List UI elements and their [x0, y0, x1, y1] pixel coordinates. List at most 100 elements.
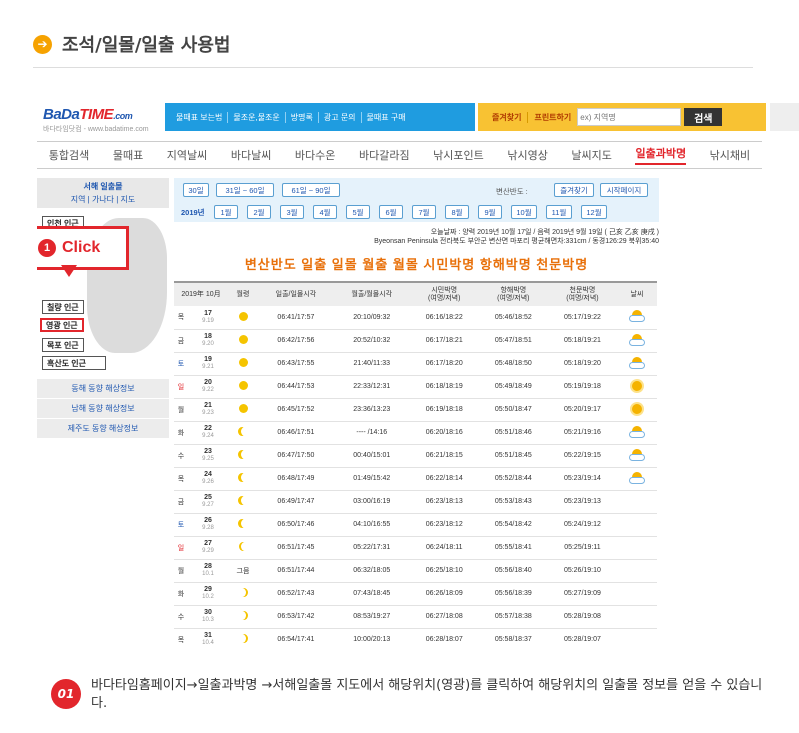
weather-cell — [617, 513, 657, 537]
blue-nav-item[interactable]: 광고 문의 — [319, 111, 362, 123]
solar-day: 24 — [204, 471, 212, 478]
moon-phase-icon — [238, 404, 248, 413]
menu-item[interactable]: 물때표 — [113, 147, 143, 163]
partly-cloudy-icon — [628, 448, 646, 462]
blue-nav-item[interactable]: 물조운,물조운 — [228, 111, 286, 123]
menu-item[interactable]: 낚시영상 — [507, 147, 547, 163]
moon-phase-icon — [241, 473, 249, 482]
moon-phase-icon — [238, 335, 248, 344]
menu-item-active[interactable]: 일출과박명 — [635, 145, 687, 165]
print-link[interactable]: 프린트하기 — [528, 112, 577, 123]
region-link[interactable]: 제주도 동향 해상정보 — [37, 418, 169, 438]
table-row: 토 19 9.21 06:43/17:55 21:40/11:33 06:17/18:20… — [174, 352, 657, 376]
sun-time-cell: 06:53/17:42 — [258, 605, 334, 629]
astronomical-twilight-cell: 05:23/19:13 — [547, 490, 617, 514]
lunar-day: 9.29 — [202, 548, 214, 554]
date-cell: 20 9.22 — [188, 375, 228, 399]
map-location-button[interactable]: 칠량 인근 — [42, 300, 84, 314]
region-link[interactable]: 동해 동향 해상정보 — [37, 378, 169, 398]
sun-time-cell: 06:48/17:49 — [258, 467, 334, 491]
weekday-cell: 월 — [174, 398, 188, 422]
weather-cell — [617, 421, 657, 445]
month-button[interactable]: 12월 — [581, 205, 607, 219]
weather-cell — [617, 628, 657, 648]
month-button[interactable]: 6월 — [379, 205, 403, 219]
menu-item[interactable]: 낚시포인트 — [433, 147, 484, 163]
table-row: 수 30 10.3 06:53/17:42 08:53/19:27 06:27/18:08… — [174, 605, 657, 629]
site-logo[interactable]: BaDaTIME.com 바다타임닷컴 - www.badatime.com — [43, 106, 163, 136]
side-banner — [770, 103, 799, 131]
weekday-cell: 수 — [174, 444, 188, 468]
table-row: 토 26 9.28 06:50/17:46 04:10/16:55 06:23/18:12… — [174, 513, 657, 537]
solar-day: 27 — [204, 540, 212, 547]
weekday-cell: 화 — [174, 421, 188, 445]
menu-item[interactable]: 지역날씨 — [167, 147, 207, 163]
info-line: 오늘날짜 : 양력 2019년 10월 17일 / 음력 2019년 9월 19… — [430, 229, 659, 236]
moon-phase-icon — [241, 542, 249, 551]
bookmark-link[interactable]: 즐겨찾기 — [486, 111, 529, 123]
menu-item[interactable]: 바다날씨 — [231, 147, 271, 163]
instruction-text: 바다타임홈페이지→일출과박명 →서해일출몰 지도에서 해당위치(영광)를 클릭하… — [91, 678, 763, 711]
blue-nav-item[interactable]: 물때표 보는법 — [171, 111, 229, 123]
moon-time-cell: 03:00/16:19 — [333, 490, 410, 514]
range-button[interactable]: 30일 — [183, 183, 209, 197]
month-button[interactable]: 11월 — [546, 205, 572, 219]
range-button[interactable]: 31일 ~ 60일 — [216, 183, 274, 197]
lunar-day: 10.3 — [202, 617, 214, 623]
weekday-cell: 목 — [174, 628, 188, 648]
solar-day: 19 — [204, 356, 212, 363]
civil-twilight-cell: 06:20/18:16 — [409, 421, 479, 445]
menu-item[interactable]: 바다갈라짐 — [359, 147, 410, 163]
menu-item[interactable]: 통합검색 — [49, 147, 89, 163]
weather-cell — [617, 582, 657, 606]
month-button[interactable]: 2월 — [247, 205, 271, 219]
moon-cell — [228, 398, 258, 422]
month-button[interactable]: 5월 — [346, 205, 370, 219]
month-button[interactable]: 8월 — [445, 205, 469, 219]
blue-nav-item[interactable]: 물때표 구매 — [362, 112, 411, 123]
moon-cell — [228, 352, 258, 376]
search-button[interactable]: 검색 — [684, 108, 723, 126]
main-content: 30일 31일 ~ 60일 61일 ~ 90일 변산반도 : 즐겨찾기 시작페이… — [174, 178, 659, 648]
menu-item[interactable]: 날씨지도 — [571, 147, 611, 163]
partly-cloudy-icon — [628, 425, 646, 439]
lunar-day: 9.24 — [202, 433, 214, 439]
menu-item[interactable]: 낚시채비 — [710, 147, 750, 163]
sun-time-cell: 06:52/17:43 — [258, 582, 334, 606]
table-header: 일출/일몰시각 — [258, 281, 334, 306]
weather-cell — [617, 329, 657, 353]
month-button[interactable]: 10월 — [511, 205, 537, 219]
weather-cell — [617, 398, 657, 422]
location-info: 오늘날짜 : 양력 2019년 10월 17일 / 음력 2019년 9월 19… — [174, 228, 659, 246]
moon-phase-icon — [238, 588, 246, 597]
sun-time-cell: 06:41/17:57 — [258, 306, 334, 330]
nautical-twilight-cell: 05:56/18:40 — [478, 559, 548, 583]
civil-twilight-cell: 06:23/18:12 — [409, 513, 479, 537]
map-location-button[interactable]: 흑산도 인근 — [42, 356, 106, 370]
instruction-note: 01 바다타임홈페이지→일출과박명 →서해일출몰 지도에서 해당위치(영광)를 … — [51, 677, 771, 713]
month-button[interactable]: 3월 — [280, 205, 304, 219]
blue-nav-item[interactable]: 방명록 — [286, 111, 319, 123]
civil-twilight-cell: 06:27/18:08 — [409, 605, 479, 629]
map-location-button[interactable]: 목포 인근 — [42, 338, 84, 352]
bookmark-button[interactable]: 즐겨찾기 — [554, 183, 594, 197]
month-button[interactable]: 7월 — [412, 205, 436, 219]
menu-item[interactable]: 바다수온 — [295, 147, 335, 163]
month-button[interactable]: 9월 — [478, 205, 502, 219]
moon-cell — [228, 421, 258, 445]
weather-cell — [617, 536, 657, 560]
month-button[interactable]: 1월 — [214, 205, 238, 219]
map-location-button-highlighted[interactable]: 영광 인근 — [40, 318, 84, 332]
weekday-cell: 목 — [174, 467, 188, 491]
moon-phase-icon — [238, 311, 248, 321]
astronomical-twilight-cell: 05:20/19:17 — [547, 398, 617, 422]
range-button[interactable]: 61일 ~ 90일 — [282, 183, 340, 197]
left-panel-subnav[interactable]: 지역 | 가나다 | 지도 — [37, 194, 169, 205]
moon-time-cell: 05:22/17:31 — [333, 536, 410, 560]
month-button[interactable]: 4월 — [313, 205, 337, 219]
region-link[interactable]: 남해 동향 해상정보 — [37, 398, 169, 418]
lunar-day: 9.19 — [202, 317, 214, 324]
search-input[interactable] — [577, 108, 682, 126]
civil-twilight-cell: 06:24/18:11 — [409, 536, 479, 560]
homepage-button[interactable]: 시작페이지 — [600, 183, 648, 197]
